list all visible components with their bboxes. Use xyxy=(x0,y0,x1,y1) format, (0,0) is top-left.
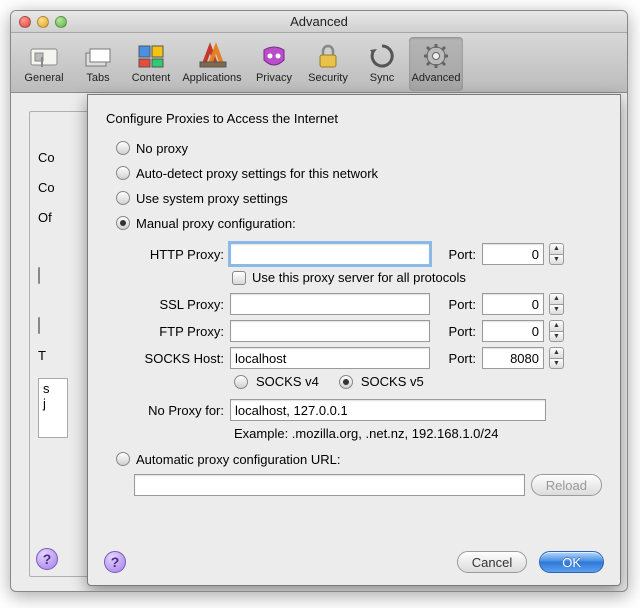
applications-icon xyxy=(196,41,228,71)
radio-auto-config-url-label: Automatic proxy configuration URL: xyxy=(136,452,340,467)
stepper-down-icon[interactable]: ▼ xyxy=(549,304,564,316)
radio-no-proxy-label: No proxy xyxy=(136,141,188,156)
http-port-stepper[interactable]: ▲ ▼ xyxy=(549,243,564,265)
socks-port-input[interactable] xyxy=(482,347,544,369)
ftp-port-stepper[interactable]: ▲ ▼ xyxy=(549,320,564,342)
sync-icon xyxy=(366,41,398,71)
toolbar-security[interactable]: Security xyxy=(301,37,355,91)
http-port-input[interactable] xyxy=(482,243,544,265)
toolbar-general[interactable]: General xyxy=(17,37,71,91)
reload-button[interactable]: Reload xyxy=(531,474,602,496)
sheet-heading: Configure Proxies to Access the Internet xyxy=(106,111,602,126)
radio-socks-v4[interactable] xyxy=(234,375,248,389)
switch-icon xyxy=(28,41,60,71)
toolbar-privacy[interactable]: Privacy xyxy=(247,37,301,91)
bg-checkbox[interactable] xyxy=(38,267,40,284)
socks-port-stepper[interactable]: ▲ ▼ xyxy=(549,347,564,369)
radio-manual-proxy-label: Manual proxy configuration: xyxy=(136,216,296,231)
stepper-down-icon[interactable]: ▼ xyxy=(549,254,564,266)
no-proxy-example: Example: .mozilla.org, .net.nz, 192.168.… xyxy=(234,426,602,441)
stepper-up-icon[interactable]: ▲ xyxy=(549,293,564,304)
content-icon xyxy=(135,41,167,71)
radio-auto-config-url[interactable] xyxy=(116,452,130,466)
radio-socks-v5-label: SOCKS v5 xyxy=(361,374,424,389)
socks-host-label: SOCKS Host: xyxy=(106,351,224,366)
ftp-port-input[interactable] xyxy=(482,320,544,342)
window-title: Advanced xyxy=(11,14,627,29)
socks-host-input[interactable] xyxy=(230,347,430,369)
radio-system-proxy[interactable] xyxy=(116,191,130,205)
auto-config-url-input[interactable] xyxy=(134,474,525,496)
radio-no-proxy[interactable] xyxy=(116,141,130,155)
titlebar: Advanced xyxy=(11,11,627,33)
toolbar-applications[interactable]: Applications xyxy=(177,37,247,91)
radio-auto-detect-label: Auto-detect proxy settings for this netw… xyxy=(136,166,378,181)
port-label: Port: xyxy=(436,324,476,339)
stepper-up-icon[interactable]: ▲ xyxy=(549,347,564,358)
bg-checkbox[interactable] xyxy=(38,317,40,334)
lock-icon xyxy=(312,41,344,71)
ssl-port-input[interactable] xyxy=(482,293,544,315)
stepper-down-icon[interactable]: ▼ xyxy=(549,331,564,343)
toolbar-advanced[interactable]: Advanced xyxy=(409,37,463,91)
toolbar-sync[interactable]: Sync xyxy=(355,37,409,91)
radio-auto-detect[interactable] xyxy=(116,166,130,180)
toolbar-label: Privacy xyxy=(247,72,301,84)
toolbar-label: Content xyxy=(125,72,177,84)
radio-system-proxy-label: Use system proxy settings xyxy=(136,191,288,206)
stepper-up-icon[interactable]: ▲ xyxy=(549,320,564,331)
cancel-button[interactable]: Cancel xyxy=(457,551,527,573)
toolbar-label: Advanced xyxy=(409,72,463,84)
mask-icon xyxy=(258,41,290,71)
proxy-settings-sheet: Configure Proxies to Access the Internet… xyxy=(87,94,621,586)
stepper-up-icon[interactable]: ▲ xyxy=(549,243,564,254)
ssl-proxy-label: SSL Proxy: xyxy=(106,297,224,312)
help-button[interactable]: ? xyxy=(104,551,126,573)
zoom-window-button[interactable] xyxy=(55,16,67,28)
bg-listbox: s j xyxy=(38,378,68,438)
port-label: Port: xyxy=(436,247,476,262)
http-proxy-label: HTTP Proxy: xyxy=(106,247,224,262)
no-proxy-label: No Proxy for: xyxy=(106,403,224,418)
toolbar-label: Security xyxy=(301,72,355,84)
port-label: Port: xyxy=(436,351,476,366)
toolbar-label: Applications xyxy=(177,72,247,84)
tabs-icon xyxy=(82,41,114,71)
close-window-button[interactable] xyxy=(19,16,31,28)
ssl-proxy-input[interactable] xyxy=(230,293,430,315)
preferences-toolbar: General Tabs Content Applications Privac… xyxy=(11,33,627,93)
ok-button[interactable]: OK xyxy=(539,551,604,573)
ftp-proxy-label: FTP Proxy: xyxy=(106,324,224,339)
gear-icon xyxy=(420,41,452,71)
radio-socks-v5[interactable] xyxy=(339,375,353,389)
use-for-all-checkbox[interactable] xyxy=(232,271,246,285)
toolbar-content[interactable]: Content xyxy=(125,37,177,91)
ftp-proxy-input[interactable] xyxy=(230,320,430,342)
help-button[interactable]: ? xyxy=(36,548,58,570)
port-label: Port: xyxy=(436,297,476,312)
use-for-all-label: Use this proxy server for all protocols xyxy=(252,270,466,285)
toolbar-tabs[interactable]: Tabs xyxy=(71,37,125,91)
radio-socks-v4-label: SOCKS v4 xyxy=(256,374,319,389)
radio-manual-proxy[interactable] xyxy=(116,216,130,230)
no-proxy-input[interactable] xyxy=(230,399,546,421)
ssl-port-stepper[interactable]: ▲ ▼ xyxy=(549,293,564,315)
toolbar-label: General xyxy=(17,72,71,84)
http-proxy-input[interactable] xyxy=(230,243,430,265)
preferences-window: Advanced General Tabs Content Applicatio… xyxy=(10,10,628,592)
stepper-down-icon[interactable]: ▼ xyxy=(549,358,564,370)
toolbar-label: Tabs xyxy=(71,72,125,84)
window-controls xyxy=(11,16,67,28)
toolbar-label: Sync xyxy=(355,72,409,84)
minimize-window-button[interactable] xyxy=(37,16,49,28)
